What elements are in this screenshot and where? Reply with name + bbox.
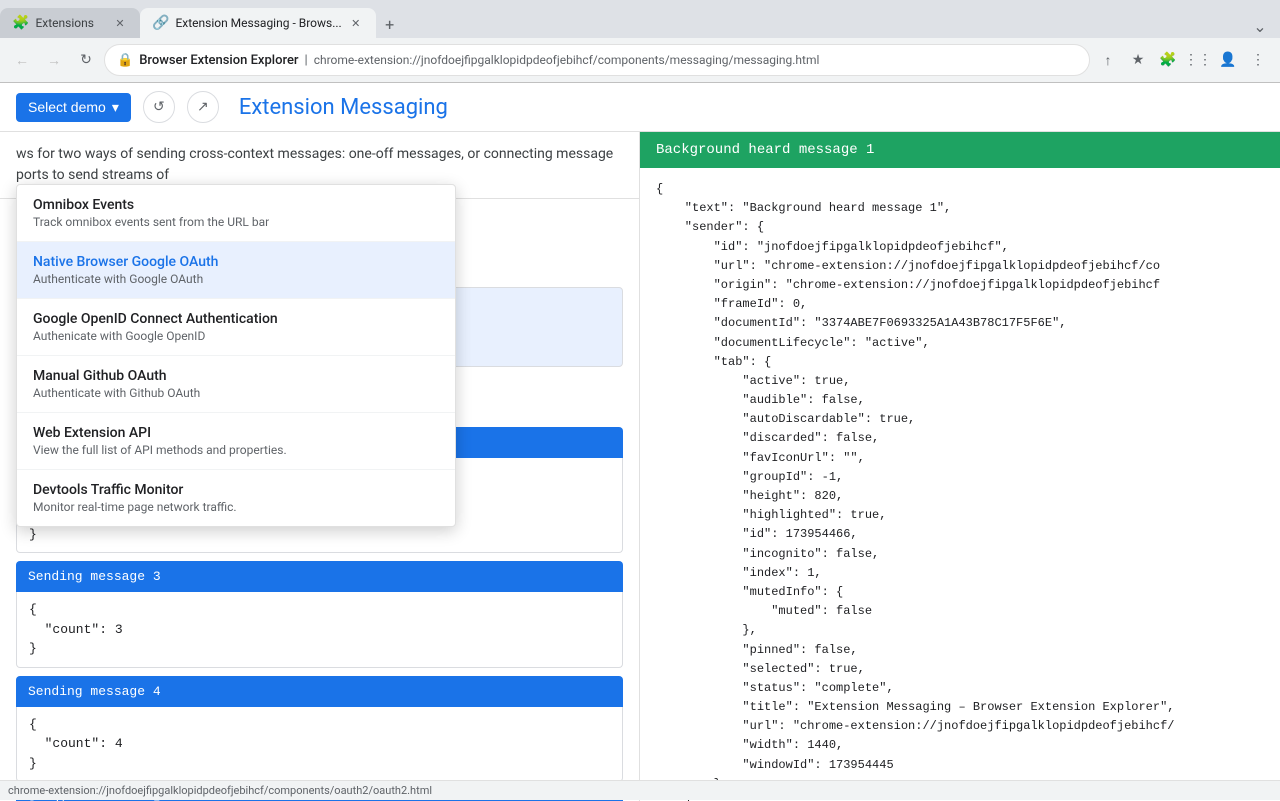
dropdown-item-web-ext-api-title: Web Extension API: [33, 425, 439, 441]
status-bar: chrome-extension://jnofdoejfipgalklopidp…: [0, 780, 1280, 800]
tab-extensions[interactable]: 🧩 Extensions ✕: [0, 8, 140, 38]
status-url: chrome-extension://jnofdoejfipgalklopidp…: [8, 784, 432, 797]
message-header-4: Sending message 4: [16, 676, 623, 707]
address-path: chrome-extension://jnofdoejfipgalklopidp…: [314, 53, 820, 67]
bg-message-header: Background heard message 1: [640, 132, 1280, 168]
dropdown-item-web-ext-api[interactable]: Web Extension API View the full list of …: [17, 413, 455, 470]
right-panel: Background heard message 1 { "text": "Ba…: [640, 132, 1280, 801]
desc-partial: ws for two ways of sending cross-context…: [16, 146, 613, 183]
dropdown-item-devtools-title: Devtools Traffic Monitor: [33, 482, 439, 498]
forward-button[interactable]: →: [40, 46, 68, 74]
toolbar-icons: ↑ ★ 🧩 ⋮⋮ 👤 ⋮: [1094, 46, 1272, 74]
bg-message-body: { "text": "Background heard message 1", …: [640, 168, 1280, 801]
ext-toolbar: Select demo ▾ ↺ ↗ Extension Messaging: [0, 83, 1280, 132]
profile-icon[interactable]: 👤: [1214, 46, 1242, 74]
messaging-tab-favicon: 🔗: [152, 15, 169, 31]
dropdown-item-native-oauth-title: Native Browser Google OAuth: [33, 254, 439, 270]
page-title: Extension Messaging: [239, 95, 448, 120]
message-body-3: { "count": 3 }: [16, 592, 623, 668]
back-button[interactable]: ←: [8, 46, 36, 74]
address-field[interactable]: 🔒 Browser Extension Explorer | chrome-ex…: [104, 44, 1090, 76]
main-layout: ws for two ways of sending cross-context…: [0, 132, 1280, 801]
message-body-4: { "count": 4 }: [16, 707, 623, 783]
dropdown-item-devtools-desc: Monitor real-time page network traffic.: [33, 500, 439, 514]
select-demo-button[interactable]: Select demo ▾: [16, 93, 131, 122]
browser-chrome: 🧩 Extensions ✕ 🔗 Extension Messaging - B…: [0, 0, 1280, 83]
dropdown-item-google-openid-desc: Authenicate with Google OpenID: [33, 329, 439, 343]
lock-icon: 🔒: [117, 53, 133, 68]
dropdown-item-manual-github[interactable]: Manual Github OAuth Authenticate with Gi…: [17, 356, 455, 413]
dropdown-item-omnibox[interactable]: Omnibox Events Track omnibox events sent…: [17, 185, 455, 242]
tab-bar: 🧩 Extensions ✕ 🔗 Extension Messaging - B…: [0, 0, 1280, 38]
message-block-4: Sending message 4 { "count": 4 }: [16, 676, 623, 783]
dropdown-item-devtools[interactable]: Devtools Traffic Monitor Monitor real-ti…: [17, 470, 455, 526]
dropdown-item-google-openid-title: Google OpenID Connect Authentication: [33, 311, 439, 327]
extensions-tab-title: Extensions: [35, 16, 106, 30]
tab-strip-menu[interactable]: ⌄: [1248, 14, 1272, 38]
dropdown-arrow-icon: ▾: [112, 99, 119, 116]
dropdown-item-manual-github-desc: Authenticate with Github OAuth: [33, 386, 439, 400]
dropdown-item-omnibox-title: Omnibox Events: [33, 197, 439, 213]
dropdown-item-native-oauth-desc: Authenticate with Google OAuth: [33, 272, 439, 286]
new-tab-button[interactable]: +: [376, 10, 404, 38]
extensions-icon[interactable]: 🧩: [1154, 46, 1182, 74]
dropdown-item-omnibox-desc: Track omnibox events sent from the URL b…: [33, 215, 439, 229]
address-separator: |: [305, 53, 308, 68]
messaging-tab-close[interactable]: ✕: [348, 15, 364, 31]
dropdown-item-google-openid[interactable]: Google OpenID Connect Authentication Aut…: [17, 299, 455, 356]
media-router-icon[interactable]: ⋮⋮: [1184, 46, 1212, 74]
select-demo-label: Select demo: [28, 99, 106, 115]
reset-button[interactable]: ↺: [143, 91, 175, 123]
menu-icon[interactable]: ⋮: [1244, 46, 1272, 74]
messaging-tab-title: Extension Messaging - Brows...: [175, 16, 341, 30]
address-domain: Browser Extension Explorer: [139, 53, 298, 68]
external-link-button[interactable]: ↗: [187, 91, 219, 123]
dropdown-item-manual-github-title: Manual Github OAuth: [33, 368, 439, 384]
page-content: Select demo ▾ ↺ ↗ Extension Messaging ws…: [0, 83, 1280, 801]
dropdown-menu: Omnibox Events Track omnibox events sent…: [16, 184, 456, 527]
refresh-button[interactable]: ↻: [72, 46, 100, 74]
tab-messaging[interactable]: 🔗 Extension Messaging - Brows... ✕: [140, 8, 376, 38]
dropdown-item-native-oauth[interactable]: Native Browser Google OAuth Authenticate…: [17, 242, 455, 299]
share-icon[interactable]: ↑: [1094, 46, 1122, 74]
message-block-3: Sending message 3 { "count": 3 }: [16, 561, 623, 668]
dropdown-item-web-ext-api-desc: View the full list of API methods and pr…: [33, 443, 439, 457]
extensions-tab-favicon: 🧩: [12, 15, 29, 31]
extensions-tab-close[interactable]: ✕: [112, 15, 128, 31]
bookmark-icon[interactable]: ★: [1124, 46, 1152, 74]
message-header-3: Sending message 3: [16, 561, 623, 592]
address-bar: ← → ↻ 🔒 Browser Extension Explorer | chr…: [0, 38, 1280, 82]
